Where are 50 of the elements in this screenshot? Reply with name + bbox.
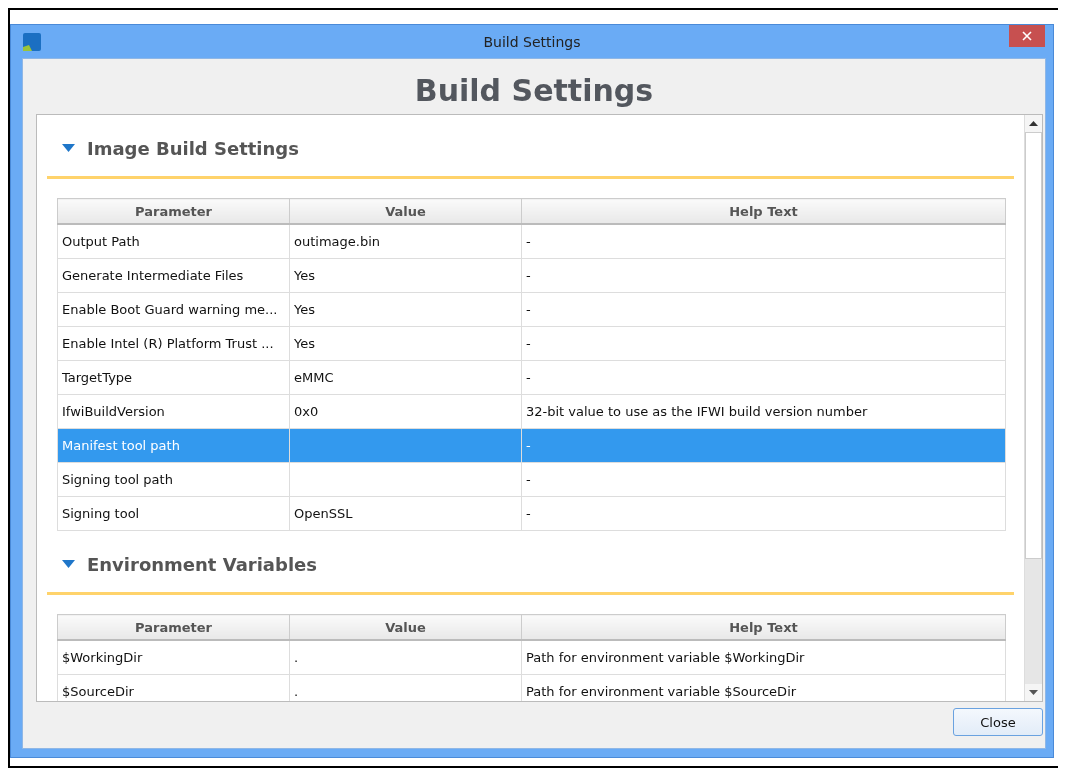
table-cell: .: [294, 684, 299, 699]
table-cell: 0x0: [294, 404, 319, 419]
table-cell: Signing tool path: [62, 472, 173, 487]
scroll-thumb[interactable]: [1025, 132, 1042, 559]
scroll-down-icon[interactable]: [1029, 690, 1038, 695]
table-cell: -: [526, 302, 531, 317]
table-cell: $SourceDir: [62, 684, 134, 699]
table-cell: IfwiBuildVersion: [62, 404, 165, 419]
table-cell: Path for environment variable $WorkingDir: [526, 650, 805, 665]
table-cell: Yes: [294, 336, 315, 351]
close-icon[interactable]: [1009, 25, 1045, 47]
table-cell: TargetType: [62, 370, 133, 385]
table-cell: Signing tool: [62, 506, 140, 521]
table-cell: -: [526, 472, 531, 487]
table-cell: Enable Intel (R) Platform Trust ...: [62, 336, 274, 351]
app-logo-icon: [23, 32, 41, 51]
column-header[interactable]: Parameter: [57, 198, 290, 224]
column-header[interactable]: Value: [289, 614, 522, 640]
table-cell: Manifest tool path: [62, 438, 180, 453]
close-button[interactable]: Close: [953, 708, 1043, 736]
column-header[interactable]: Parameter: [57, 614, 290, 640]
table-cell: 32-bit value to use as the IFWI build version number: [526, 404, 868, 419]
window-title: Build Settings: [483, 33, 581, 50]
table-cell: -: [526, 234, 531, 249]
table-cell: .: [294, 650, 299, 665]
table-cell: Path for environment variable $SourceDir: [526, 684, 797, 699]
table-cell: Yes: [294, 268, 315, 283]
table-cell: -: [526, 268, 531, 283]
scroll-up-icon[interactable]: [1029, 121, 1038, 126]
table-cell: -: [526, 438, 531, 453]
table-cell: Output Path: [62, 234, 140, 249]
column-header[interactable]: Value: [289, 198, 522, 224]
table-cell: outimage.bin: [294, 234, 381, 249]
table-cell: Yes: [294, 302, 315, 317]
section-title: Image Build Settings: [87, 137, 299, 159]
table-cell: -: [526, 336, 531, 351]
dialog-heading: Build Settings: [413, 72, 655, 110]
column-header[interactable]: Help Text: [521, 198, 1006, 224]
table-cell: -: [526, 370, 531, 385]
table-cell: OpenSSL: [294, 506, 353, 521]
table-cell: -: [526, 506, 531, 521]
collapse-triangle-icon[interactable]: [62, 144, 75, 152]
collapse-triangle-icon[interactable]: [62, 560, 75, 568]
table-cell: $WorkingDir: [62, 650, 143, 665]
scrollbar[interactable]: [1024, 115, 1042, 701]
table-cell: Enable Boot Guard warning me...: [62, 302, 278, 317]
column-header[interactable]: Help Text: [521, 614, 1006, 640]
table-cell: eMMC: [294, 370, 334, 385]
table-cell: Generate Intermediate Files: [62, 268, 244, 283]
section-title: Environment Variables: [87, 553, 317, 575]
